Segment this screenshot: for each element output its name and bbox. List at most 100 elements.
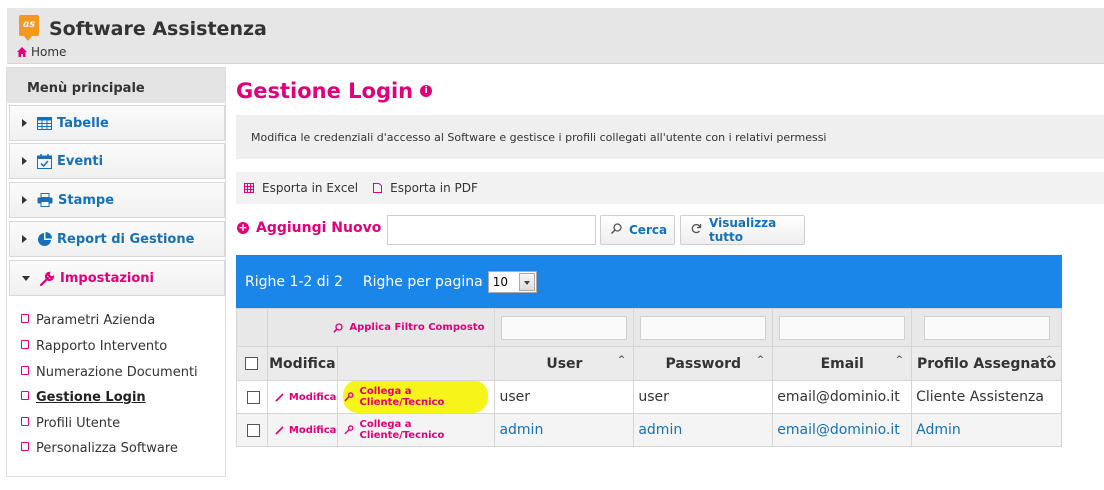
password-cell[interactable]: admin xyxy=(633,413,774,447)
breadcrumb[interactable]: Home xyxy=(17,45,66,59)
filter-password-input[interactable] xyxy=(640,315,767,340)
key-icon xyxy=(344,425,354,435)
row-select-cell xyxy=(236,380,268,414)
sub-item-personalizza-software[interactable]: Personalizza Software xyxy=(21,441,178,456)
show-all-label: Visualizza tutto xyxy=(709,216,777,244)
password-cell: user xyxy=(633,380,774,414)
pie-chart-icon xyxy=(37,231,52,247)
page-title: Gestione Login i xyxy=(236,79,433,103)
edit-label: Modifica xyxy=(288,424,337,436)
sidebar-item-stampe[interactable]: Stampe xyxy=(9,182,225,218)
document-icon xyxy=(21,416,29,426)
column-header-link xyxy=(336,346,496,381)
document-icon xyxy=(21,365,29,375)
sub-item-label: Gestione Login xyxy=(36,390,146,405)
rows-per-page-select[interactable]: 10 xyxy=(487,270,537,293)
filter-row: Applica Filtro Composto xyxy=(236,308,1062,347)
printer-icon xyxy=(37,193,53,207)
edit-label: Modifica xyxy=(288,391,337,403)
sidebar-item-impostazioni[interactable]: Impostazioni xyxy=(9,260,225,296)
select-all-checkbox[interactable] xyxy=(245,357,259,370)
edit-cell: Modifica xyxy=(266,380,338,414)
row-checkbox[interactable] xyxy=(247,423,261,437)
wrench-icon xyxy=(40,271,55,286)
sub-item-label: Parametri Azienda xyxy=(36,313,156,328)
sub-item-label: Numerazione Documenti xyxy=(36,365,198,380)
sidebar-header: Menù principale xyxy=(7,68,225,103)
chevron-right-icon xyxy=(22,235,27,243)
pencil-icon xyxy=(275,425,284,435)
sort-icon[interactable]: ^ xyxy=(757,355,765,365)
app-header: as Software Assistenza Home xyxy=(7,8,1104,64)
column-header-label: Profilo Assegnato xyxy=(916,355,1057,372)
grid-pager-bar: Righe 1-2 di 2 Righe per pagina 10 xyxy=(236,255,1062,308)
sub-item-gestione-login[interactable]: Gestione Login xyxy=(21,390,146,405)
table-row: Modifica Collega a Cliente/Tecnico admin… xyxy=(236,413,1062,447)
filter-email-input[interactable] xyxy=(779,315,906,340)
add-new-button[interactable]: + Aggiungi Nuovo xyxy=(237,220,381,236)
search-button[interactable]: Cerca xyxy=(600,215,675,245)
edit-link[interactable]: Modifica xyxy=(272,392,337,403)
sub-item-parametri-azienda[interactable]: Parametri Azienda xyxy=(21,313,155,328)
chevron-down-icon xyxy=(22,275,30,281)
row-select-cell xyxy=(236,413,268,447)
sidebar-item-label: Eventi xyxy=(57,153,104,169)
sidebar-item-tabelle[interactable]: Tabelle xyxy=(9,105,225,141)
export-pdf-link[interactable]: Esporta in PDF xyxy=(373,181,478,195)
document-icon xyxy=(21,339,29,349)
column-header-email[interactable]: Email ^ xyxy=(772,346,913,381)
column-header-label: Email xyxy=(820,355,864,372)
column-header-label: User xyxy=(546,355,583,372)
filter-cell xyxy=(911,308,1062,347)
sidebar: Menù principale Tabelle Eventi Stampe Re… xyxy=(6,67,226,477)
sub-item-label: Profili Utente xyxy=(36,416,121,431)
column-header-profile[interactable]: Profilo Assegnato ^ xyxy=(911,346,1062,381)
page-title-text: Gestione Login xyxy=(236,79,414,103)
row-checkbox[interactable] xyxy=(247,390,261,404)
sidebar-item-report-di-gestione[interactable]: Report di Gestione xyxy=(9,221,225,257)
sort-icon[interactable]: ^ xyxy=(618,355,626,365)
filter-cell: Applica Filtro Composto xyxy=(266,308,496,347)
export-excel-link[interactable]: Esporta in Excel xyxy=(244,181,358,195)
sub-item-numerazione-documenti[interactable]: Numerazione Documenti xyxy=(21,365,198,380)
sort-icon[interactable]: ^ xyxy=(896,355,904,365)
sidebar-item-label: Stampe xyxy=(58,192,115,208)
sub-item-rapporto-intervento[interactable]: Rapporto Intervento xyxy=(21,339,167,354)
email-cell[interactable]: email@dominio.it xyxy=(772,413,913,447)
select-all-header xyxy=(236,346,268,381)
sidebar-item-label: Tabelle xyxy=(57,115,109,131)
search-icon xyxy=(610,223,622,237)
sort-icon[interactable]: ^ xyxy=(1045,355,1053,365)
search-input[interactable] xyxy=(387,215,596,245)
sub-item-label: Rapporto Intervento xyxy=(36,339,168,354)
page-description: Modifica le credenziali d'accesso al Sof… xyxy=(236,115,1104,159)
chevron-down-icon[interactable] xyxy=(518,272,535,291)
refresh-icon xyxy=(691,223,702,237)
column-header-user[interactable]: User ^ xyxy=(494,346,635,381)
rows-per-page-value: 10 xyxy=(492,274,509,289)
user-cell: user xyxy=(494,380,635,414)
info-icon[interactable]: i xyxy=(420,85,433,97)
export-pdf-label: Esporta in PDF xyxy=(390,181,478,195)
breadcrumb-home[interactable]: Home xyxy=(31,45,66,59)
export-excel-label: Esporta in Excel xyxy=(262,181,359,195)
app-title: Software Assistenza xyxy=(49,18,267,40)
link-client-technician-link[interactable]: Collega a Cliente/Tecnico xyxy=(342,419,495,441)
sidebar-item-eventi[interactable]: Eventi xyxy=(9,143,225,179)
user-cell[interactable]: admin xyxy=(494,413,635,447)
chevron-right-icon xyxy=(22,119,27,127)
show-all-button[interactable]: Visualizza tutto xyxy=(680,215,805,245)
edit-link[interactable]: Modifica xyxy=(272,425,337,436)
filter-user-input[interactable] xyxy=(501,315,628,340)
filter-profile-input[interactable] xyxy=(923,315,1050,340)
column-header-password[interactable]: Password ^ xyxy=(633,346,774,381)
apply-compound-filter-link[interactable]: Applica Filtro Composto xyxy=(268,322,495,333)
column-header-modifica: Modifica xyxy=(266,346,338,381)
link-client-technician-link[interactable]: Collega a Cliente/Tecnico xyxy=(342,386,495,408)
edit-cell: Modifica xyxy=(266,413,338,447)
sub-item-profili-utente[interactable]: Profili Utente xyxy=(21,416,120,431)
document-icon xyxy=(21,313,29,323)
rows-info: Righe 1-2 di 2 xyxy=(245,273,343,290)
profile-cell[interactable]: Admin xyxy=(911,413,1062,447)
calendar-icon xyxy=(37,153,52,169)
